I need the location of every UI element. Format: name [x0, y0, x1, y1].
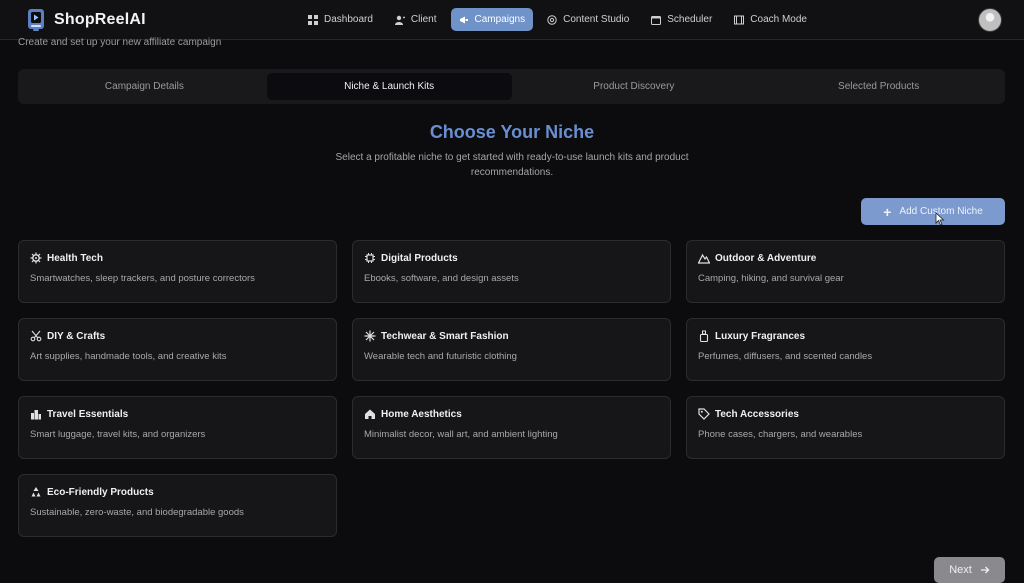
niche-card-digital-products[interactable]: Digital Products Ebooks, software, and d… — [352, 240, 671, 303]
nav-content-studio-label: Content Studio — [563, 14, 630, 25]
niche-card-description: Camping, hiking, and survival gear — [698, 273, 844, 284]
scissors-icon — [30, 330, 42, 342]
nav-dashboard-label: Dashboard — [324, 14, 373, 25]
niche-heading: Choose Your Niche — [429, 122, 595, 142]
recycle-icon — [31, 487, 41, 497]
app-name: ShopReelAI — [54, 11, 146, 28]
niche-card-health-tech[interactable]: Health Tech Smartwatches, sleep trackers… — [18, 240, 337, 303]
niche-card-description: Smart luggage, travel kits, and organize… — [30, 429, 206, 440]
niche-card-description: Ebooks, software, and design assets — [364, 273, 519, 284]
niche-description: Select a profitable niche to get started… — [335, 152, 689, 178]
home-icon — [365, 409, 375, 419]
next-button-label: Next — [949, 564, 972, 576]
niche-card-description: Perfumes, diffusers, and scented candles — [698, 351, 873, 362]
aperture-icon — [547, 14, 557, 25]
user-avatar[interactable] — [978, 8, 1002, 32]
sparkle-icon — [364, 330, 376, 342]
tab-campaign-details[interactable]: Campaign Details — [22, 73, 267, 100]
niche-card-eco-friendly-products[interactable]: Eco-Friendly Products Sustainable, zero-… — [18, 474, 337, 537]
logo-icon — [28, 9, 44, 31]
niche-card-description: Sustainable, zero-waste, and biodegradab… — [30, 507, 244, 518]
niche-card-title: DIY & Crafts — [47, 330, 106, 342]
top-navigation-bar: ShopReelAI Dashboard Client Campaigns Co… — [0, 0, 1024, 40]
niche-card-techwear-smart-fashion[interactable]: Techwear & Smart Fashion Wearable tech a… — [352, 318, 671, 381]
niche-card-tech-accessories[interactable]: Tech Accessories Phone cases, chargers, … — [686, 396, 1005, 459]
nav-coach-mode[interactable]: Coach Mode — [726, 8, 815, 31]
next-button[interactable]: Next — [934, 557, 1005, 583]
tab-product-discovery[interactable]: Product Discovery — [512, 73, 757, 100]
perfume-icon — [699, 330, 709, 342]
mountain-icon — [698, 253, 710, 264]
calendar-icon — [651, 15, 662, 25]
nav-campaigns[interactable]: Campaigns — [450, 8, 534, 31]
niche-card-title: Techwear & Smart Fashion — [381, 330, 509, 342]
nav-scheduler[interactable]: Scheduler — [643, 8, 720, 31]
arrow-right-icon — [980, 566, 990, 574]
niche-card-description: Smartwatches, sleep trackers, and postur… — [30, 273, 255, 284]
tab-selected-products[interactable]: Selected Products — [756, 73, 1001, 100]
campaign-steps-tabs: Campaign Details Niche & Launch Kits Pro… — [18, 69, 1005, 104]
add-custom-niche-button[interactable]: + Add Custom Niche — [861, 198, 1005, 225]
city-icon — [31, 410, 41, 420]
nav-campaigns-label: Campaigns — [474, 14, 526, 25]
gear-icon — [30, 252, 42, 264]
niche-card-description: Minimalist decor, wall art, and ambient … — [364, 429, 558, 440]
niche-card-title: Outdoor & Adventure — [715, 252, 817, 264]
tag-icon — [698, 408, 710, 420]
nav-coach-mode-label: Coach Mode — [750, 14, 807, 25]
niche-card-description: Wearable tech and futuristic clothing — [364, 351, 517, 362]
niche-card-diy-crafts[interactable]: DIY & Crafts Art supplies, handmade tool… — [18, 318, 337, 381]
plus-icon: + — [883, 203, 892, 220]
nav-dashboard[interactable]: Dashboard — [300, 8, 381, 31]
mouse-cursor-icon — [935, 212, 945, 226]
film-icon — [734, 15, 745, 24]
nav-scheduler-label: Scheduler — [667, 14, 713, 25]
niche-card-description: Phone cases, chargers, and wearables — [698, 429, 863, 440]
niche-card-title: Tech Accessories — [715, 408, 799, 420]
niche-card-title: Digital Products — [381, 252, 458, 264]
niche-card-home-aesthetics[interactable]: Home Aesthetics Minimalist decor, wall a… — [352, 396, 671, 459]
niche-card-description: Art supplies, handmade tools, and creati… — [30, 351, 227, 362]
niche-card-outdoor-adventure[interactable]: Outdoor & Adventure Camping, hiking, and… — [686, 240, 1005, 303]
nav-client[interactable]: Client — [387, 8, 445, 31]
user-plus-icon — [394, 15, 405, 25]
tab-niche-launch-kits[interactable]: Niche & Launch Kits — [266, 73, 512, 100]
page-subtitle: Create and set up your new affiliate cam… — [18, 37, 222, 48]
niche-card-title: Luxury Fragrances — [715, 330, 806, 342]
megaphone-icon — [459, 16, 468, 23]
niche-card-title: Health Tech — [47, 252, 103, 264]
niche-card-travel-essentials[interactable]: Travel Essentials Smart luggage, travel … — [18, 396, 337, 459]
grid-icon — [308, 14, 318, 25]
main-nav: Dashboard Client Campaigns Content Studi… — [300, 8, 815, 31]
niche-card-title: Home Aesthetics — [381, 408, 462, 420]
niche-card-title: Eco-Friendly Products — [47, 486, 154, 498]
app-logo[interactable]: ShopReelAI — [26, 8, 146, 32]
niche-card-title: Travel Essentials — [47, 408, 129, 420]
niche-card-luxury-fragrances[interactable]: Luxury Fragrances Perfumes, diffusers, a… — [686, 318, 1005, 381]
nav-client-label: Client — [410, 14, 437, 25]
chip-icon — [365, 253, 375, 263]
nav-content-studio[interactable]: Content Studio — [539, 8, 637, 31]
